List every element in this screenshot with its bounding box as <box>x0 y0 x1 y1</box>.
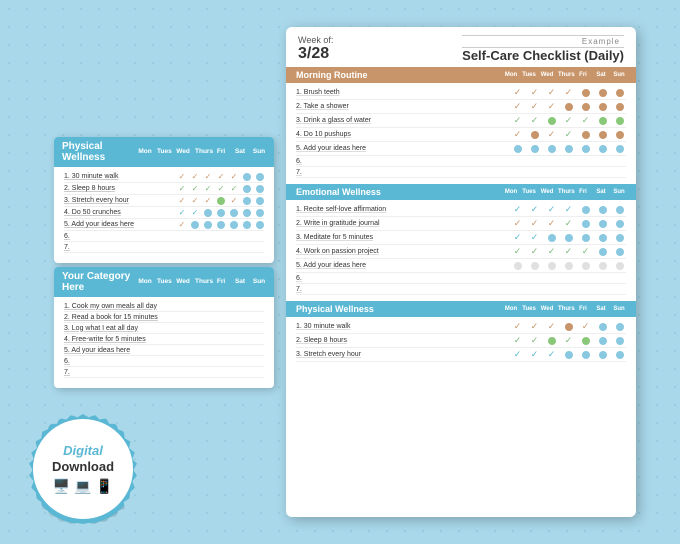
mr-row-4: 4. Do 10 pushups ✓ ✓ ✓ <box>296 128 626 142</box>
ew-row-5: 5. Add your ideas here <box>296 259 626 273</box>
main-card-header: Week of: 3/28 Example Self-Care Checklis… <box>286 27 636 67</box>
your-category-header: Your Category Here Mon Tues Wed Thurs Fr… <box>54 267 274 297</box>
pw-row-2: 2. Sleep 8 hours ✓ ✓ ✓ ✓ ✓ <box>64 185 264 195</box>
emotional-wellness-days: Mon Tues Wed Thurs Fri Sat Sun <box>504 189 626 195</box>
morning-routine-section: Morning Routine Mon Tues Wed Thurs Fri S… <box>286 67 636 178</box>
title-block: Example Self-Care Checklist (Daily) <box>462 35 624 63</box>
ew-row-2: 2. Write in gratitude journal ✓ ✓ ✓ ✓ <box>296 217 626 231</box>
physical-wellness-title: Physical Wellness <box>62 141 138 163</box>
mr-row-6: 6. <box>296 156 626 167</box>
pw-row-7: 7. <box>64 244 264 253</box>
left-preview-stack: Physical Wellness Mon Tues Wed Thurs Fri… <box>44 137 274 388</box>
morning-routine-title: Morning Routine <box>296 70 368 80</box>
main-checklist-card: Week of: 3/28 Example Self-Care Checklis… <box>286 27 636 517</box>
yc-row-4: 4. Free-write for 5 minutes <box>64 336 264 345</box>
pws-row-2: 2. Sleep 8 hours ✓ ✓ ✓ <box>296 334 626 348</box>
pws-row-3: 3. Stretch every hour ✓ ✓ ✓ <box>296 348 626 362</box>
physical-wellness-section: Physical Wellness Mon Tues Wed Thurs Fri… <box>286 301 636 362</box>
ew-row-6: 6. <box>296 273 626 284</box>
your-category-preview: Your Category Here Mon Tues Wed Thurs Fr… <box>54 267 274 388</box>
yc-row-2: 2. Read a book for 15 minutes <box>64 314 264 323</box>
pws-row-1: 1. 30 minute walk ✓ ✓ ✓ ✓ <box>296 320 626 334</box>
your-category-title: Your Category Here <box>62 271 138 293</box>
physical-wellness-header: Physical Wellness Mon Tues Wed Thurs Fri… <box>54 137 274 167</box>
ew-row-3: 3. Meditate for 5 minutes ✓ ✓ <box>296 231 626 245</box>
pw-row-6: 6. <box>64 233 264 242</box>
week-date-value: 3/28 <box>298 45 333 63</box>
physical-wellness-days: Mon Tues Wed Thurs Fri Sat Sun <box>138 148 266 155</box>
pw-row-4: 4. Do 50 crunches ✓ ✓ <box>64 209 264 219</box>
laptop-icon: 💻 <box>74 478 91 495</box>
morning-routine-days: Mon Tues Wed Thurs Fri Sat Sun <box>504 72 626 78</box>
physical-wellness-section-days: Mon Tues Wed Thurs Fri Sat Sun <box>504 306 626 312</box>
ew-row-7: 7. <box>296 284 626 295</box>
yc-row-7: 7. <box>64 369 264 378</box>
pw-row-5: 5. Add your ideas here ✓ <box>64 221 264 231</box>
ew-row-1: 1. Recite self-love affirmation ✓ ✓ ✓ ✓ <box>296 203 626 217</box>
main-card-title: Self-Care Checklist (Daily) <box>462 48 624 63</box>
mr-row-2: 2. Take a shower ✓ ✓ ✓ <box>296 100 626 114</box>
mr-row-5: 5. Add your ideas here <box>296 142 626 156</box>
mr-row-3: 3. Drink a glass of water ✓ ✓ ✓ ✓ <box>296 114 626 128</box>
morning-routine-rows: 1. Brush teeth ✓ ✓ ✓ ✓ 2. Take a shower <box>286 86 636 178</box>
week-of-label: Week of: <box>298 35 333 45</box>
pw-row-1: 1. 30 minute walk ✓ ✓ ✓ ✓ ✓ <box>64 173 264 183</box>
yc-row-3: 3. Log what I eat all day <box>64 325 264 334</box>
physical-wellness-section-rows: 1. 30 minute walk ✓ ✓ ✓ ✓ 2. Sleep 8 hou… <box>286 320 636 362</box>
badge-device-icons: 🖥️ 💻 📱 <box>53 478 113 495</box>
pw-row-3: 3. Stretch every hour ✓ ✓ ✓ ✓ <box>64 197 264 207</box>
yc-row-1: 1. Cook my own meals all day <box>64 303 264 312</box>
digital-download-badge: Digital Download 🖥️ 💻 📱 <box>28 414 138 524</box>
yc-row-5: 5. Ad your ideas here <box>64 347 264 356</box>
your-category-days: Mon Tues Wed Thurs Fri Sat Sun <box>138 278 266 285</box>
badge-download-text: Download <box>52 459 114 475</box>
physical-wellness-preview: Physical Wellness Mon Tues Wed Thurs Fri… <box>54 137 274 263</box>
ew-row-4: 4. Work on passion project ✓ ✓ ✓ ✓ ✓ <box>296 245 626 259</box>
physical-wellness-section-header: Physical Wellness Mon Tues Wed Thurs Fri… <box>286 301 636 317</box>
example-label: Example <box>462 35 624 48</box>
emotional-wellness-section: Emotional Wellness Mon Tues Wed Thurs Fr… <box>286 184 636 295</box>
mr-row-7: 7. <box>296 167 626 178</box>
badge-shape: Digital Download 🖥️ 💻 📱 <box>28 414 138 524</box>
emotional-wellness-title: Emotional Wellness <box>296 187 381 197</box>
physical-wellness-section-title: Physical Wellness <box>296 304 374 314</box>
morning-routine-header: Morning Routine Mon Tues Wed Thurs Fri S… <box>286 67 636 83</box>
monitor-icon: 🖥️ <box>53 478 70 495</box>
mr-row-1: 1. Brush teeth ✓ ✓ ✓ ✓ <box>296 86 626 100</box>
badge-digital-text: Digital <box>63 443 103 459</box>
week-info: Week of: 3/28 <box>298 35 333 63</box>
mobile-icon: 📱 <box>96 478 113 495</box>
emotional-wellness-header: Emotional Wellness Mon Tues Wed Thurs Fr… <box>286 184 636 200</box>
emotional-wellness-rows: 1. Recite self-love affirmation ✓ ✓ ✓ ✓ … <box>286 203 636 295</box>
yc-row-6: 6. <box>64 358 264 367</box>
